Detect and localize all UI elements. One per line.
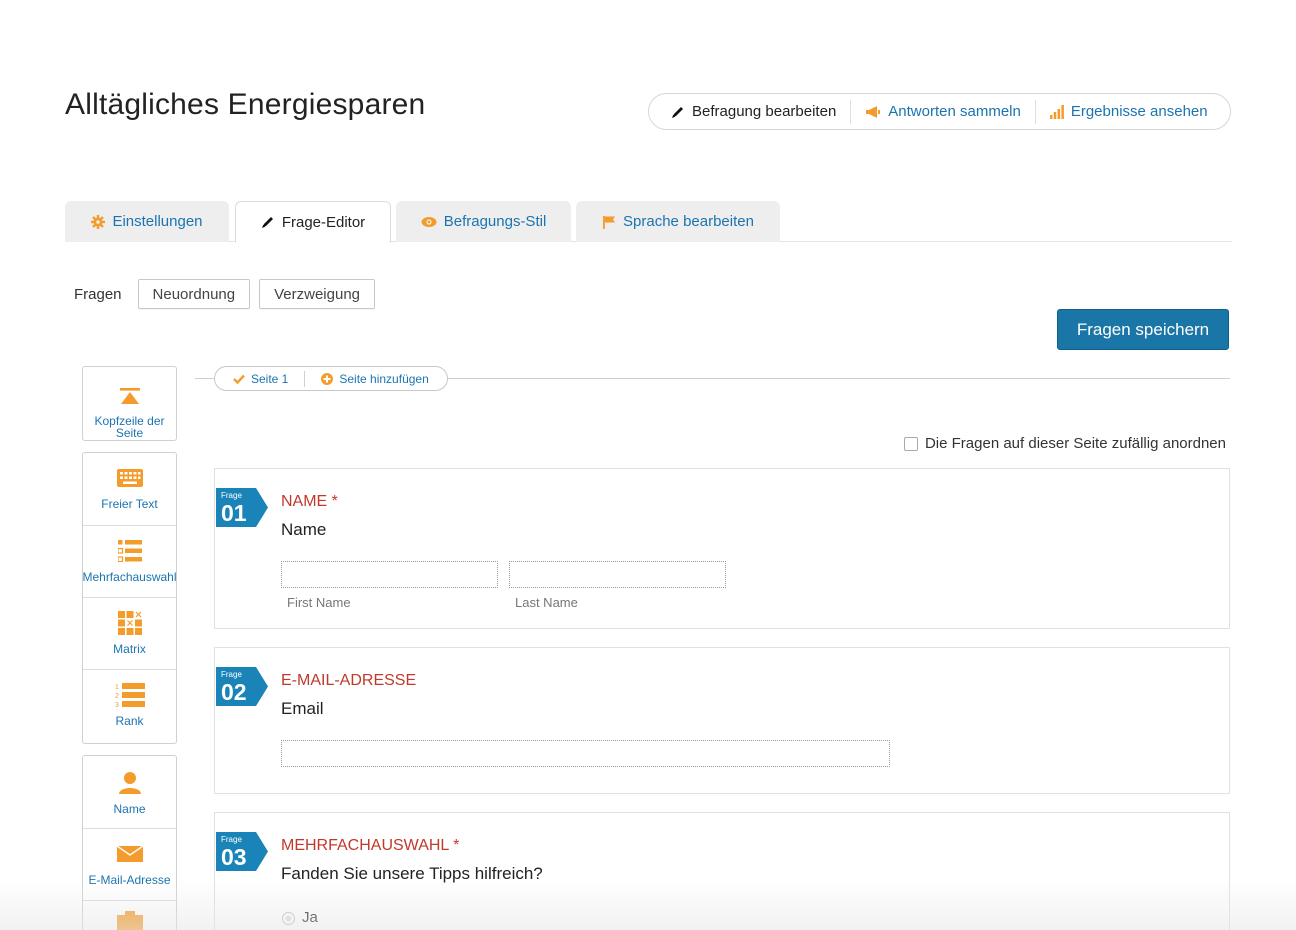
view-results-link[interactable]: Ergebnisse ansehen — [1036, 94, 1222, 129]
questions-label: Fragen — [74, 285, 122, 303]
question-card-1[interactable]: Frage 01 NAME * Name First Name Last Nam… — [214, 468, 1230, 629]
gear-icon — [91, 214, 106, 229]
page-navigation: Seite 1 Seite hinzufügen — [214, 366, 448, 391]
question-badge-label: Frage — [221, 835, 242, 844]
email-field[interactable] — [281, 740, 890, 767]
randomize-checkbox[interactable] — [903, 436, 918, 451]
tab-edit-language-label: Sprache bearbeiten — [623, 213, 754, 230]
palette-page-header-line2: Seite — [115, 426, 144, 440]
svg-text:1: 1 — [115, 684, 119, 691]
palette-email[interactable]: E-Mail-Adresse — [83, 828, 176, 900]
question-text: Name — [281, 520, 327, 539]
add-page-link[interactable]: Seite hinzufügen — [321, 371, 429, 386]
question-badge: Frage 02 — [216, 667, 268, 706]
question-number: 03 — [221, 844, 247, 870]
plus-circle-icon — [321, 372, 334, 385]
question-badge-label: Frage — [221, 670, 242, 679]
question-number: 01 — [221, 500, 247, 526]
palette-name[interactable]: Name — [83, 756, 176, 828]
collect-responses-link[interactable]: Antworten sammeln — [851, 94, 1035, 129]
divider — [304, 370, 306, 387]
keyboard-icon — [116, 467, 143, 489]
palette-basic-group: Freier Text Mehrfachauswahl Matrix 1 2 3 R… — [82, 452, 177, 744]
editor-tabs: Einstellungen Frage-Editor Befragungs-St… — [65, 201, 1232, 243]
view-results-label: Ergebnisse ansehen — [1070, 103, 1208, 120]
question-card-3[interactable]: Frage 03 MEHRFACHAUSWAHL * Fanden Sie un… — [214, 812, 1230, 930]
question-title: NAME * — [281, 493, 338, 510]
contact-card-icon — [116, 911, 143, 930]
edit-survey-link[interactable]: Befragung bearbeiten — [649, 94, 850, 129]
question-text: Email — [281, 699, 324, 718]
list-icon — [117, 540, 142, 562]
page-1-link[interactable]: Seite 1 — [233, 372, 288, 386]
question-card-2[interactable]: Frage 02 E-MAIL-ADRESSE Email — [214, 647, 1230, 794]
save-questions-button[interactable]: Fragen speichern — [1057, 309, 1229, 350]
last-name-field[interactable] — [509, 561, 726, 588]
pencil-icon — [261, 217, 273, 228]
question-title: E-MAIL-ADRESSE — [281, 672, 417, 689]
randomize-label: Die Fragen auf dieser Seite zufällig ano… — [924, 435, 1226, 452]
randomize-questions-option[interactable]: Die Fragen auf dieser Seite zufällig ano… — [903, 435, 1226, 452]
option-label: Ja — [302, 909, 318, 926]
page-1-label: Seite 1 — [251, 371, 289, 386]
branching-button[interactable]: Verzweigung — [259, 279, 376, 309]
option-radio[interactable] — [282, 912, 295, 925]
last-name-label: Last Name — [515, 595, 578, 610]
tab-question-editor-label: Frage-Editor — [281, 213, 366, 231]
palette-name-label: Name — [113, 802, 146, 816]
edit-survey-label: Befragung bearbeiten — [692, 103, 837, 120]
check-icon — [233, 374, 245, 384]
reorder-button[interactable]: Neuordnung — [137, 279, 251, 309]
question-number: 02 — [221, 679, 247, 705]
palette-matrix[interactable]: Matrix — [83, 597, 176, 669]
palette-free-text[interactable]: Freier Text — [83, 453, 176, 525]
tab-survey-style-label: Befragungs-Stil — [443, 213, 547, 230]
question-subbar: Fragen Neuordnung Verzweigung — [74, 279, 384, 309]
question-text: Fanden Sie unsere Tipps hilfreich? — [281, 864, 543, 883]
page-header-icon — [119, 387, 140, 406]
palette-header-group: Kopfzeile der Seite — [82, 366, 177, 441]
add-page-label: Seite hinzufügen — [339, 371, 429, 386]
grid-icon — [117, 611, 142, 635]
tab-settings-label: Einstellungen — [112, 213, 203, 230]
first-name-field[interactable] — [281, 561, 498, 588]
envelope-icon — [116, 843, 143, 865]
page-title: Alltägliches Energiesparen — [65, 88, 426, 121]
bar-chart-icon — [1049, 104, 1064, 119]
flag-icon — [603, 215, 616, 229]
tab-question-editor[interactable]: Frage-Editor — [235, 201, 391, 243]
palette-email-label: E-Mail-Adresse — [88, 873, 171, 887]
person-icon — [117, 772, 143, 794]
palette-contact-group: Name E-Mail-Adresse — [82, 755, 177, 930]
survey-top-nav: Befragung bearbeiten Antworten sammeln E… — [648, 93, 1231, 130]
megaphone-icon — [866, 105, 881, 118]
svg-text:2: 2 — [115, 693, 119, 700]
palette-page-header[interactable]: Kopfzeile der Seite — [83, 367, 176, 439]
question-title: MEHRFACHAUSWAHL * — [281, 837, 460, 854]
tab-survey-style[interactable]: Befragungs-Stil — [396, 201, 571, 242]
tab-edit-language[interactable]: Sprache bearbeiten — [576, 201, 780, 242]
ranked-list-icon: 1 2 3 — [115, 683, 145, 708]
pencil-icon — [672, 106, 683, 118]
first-name-label: First Name — [287, 595, 351, 610]
tab-settings[interactable]: Einstellungen — [65, 201, 229, 242]
palette-matrix-label: Matrix — [113, 642, 146, 656]
palette-multiple-choice[interactable]: Mehrfachauswahl — [82, 525, 177, 597]
eye-icon — [421, 216, 437, 227]
palette-next-item[interactable] — [83, 900, 176, 930]
question-badge: Frage 01 — [216, 488, 268, 527]
question-badge-label: Frage — [221, 491, 242, 500]
palette-multiple-choice-label: Mehrfachauswahl — [82, 570, 177, 584]
svg-text:3: 3 — [115, 702, 119, 708]
palette-rank[interactable]: 1 2 3 Rank — [83, 669, 176, 741]
palette-rank-label: Rank — [115, 714, 144, 728]
question-badge: Frage 03 — [216, 832, 268, 871]
collect-responses-label: Antworten sammeln — [888, 103, 1021, 120]
palette-free-text-label: Freier Text — [101, 497, 158, 511]
